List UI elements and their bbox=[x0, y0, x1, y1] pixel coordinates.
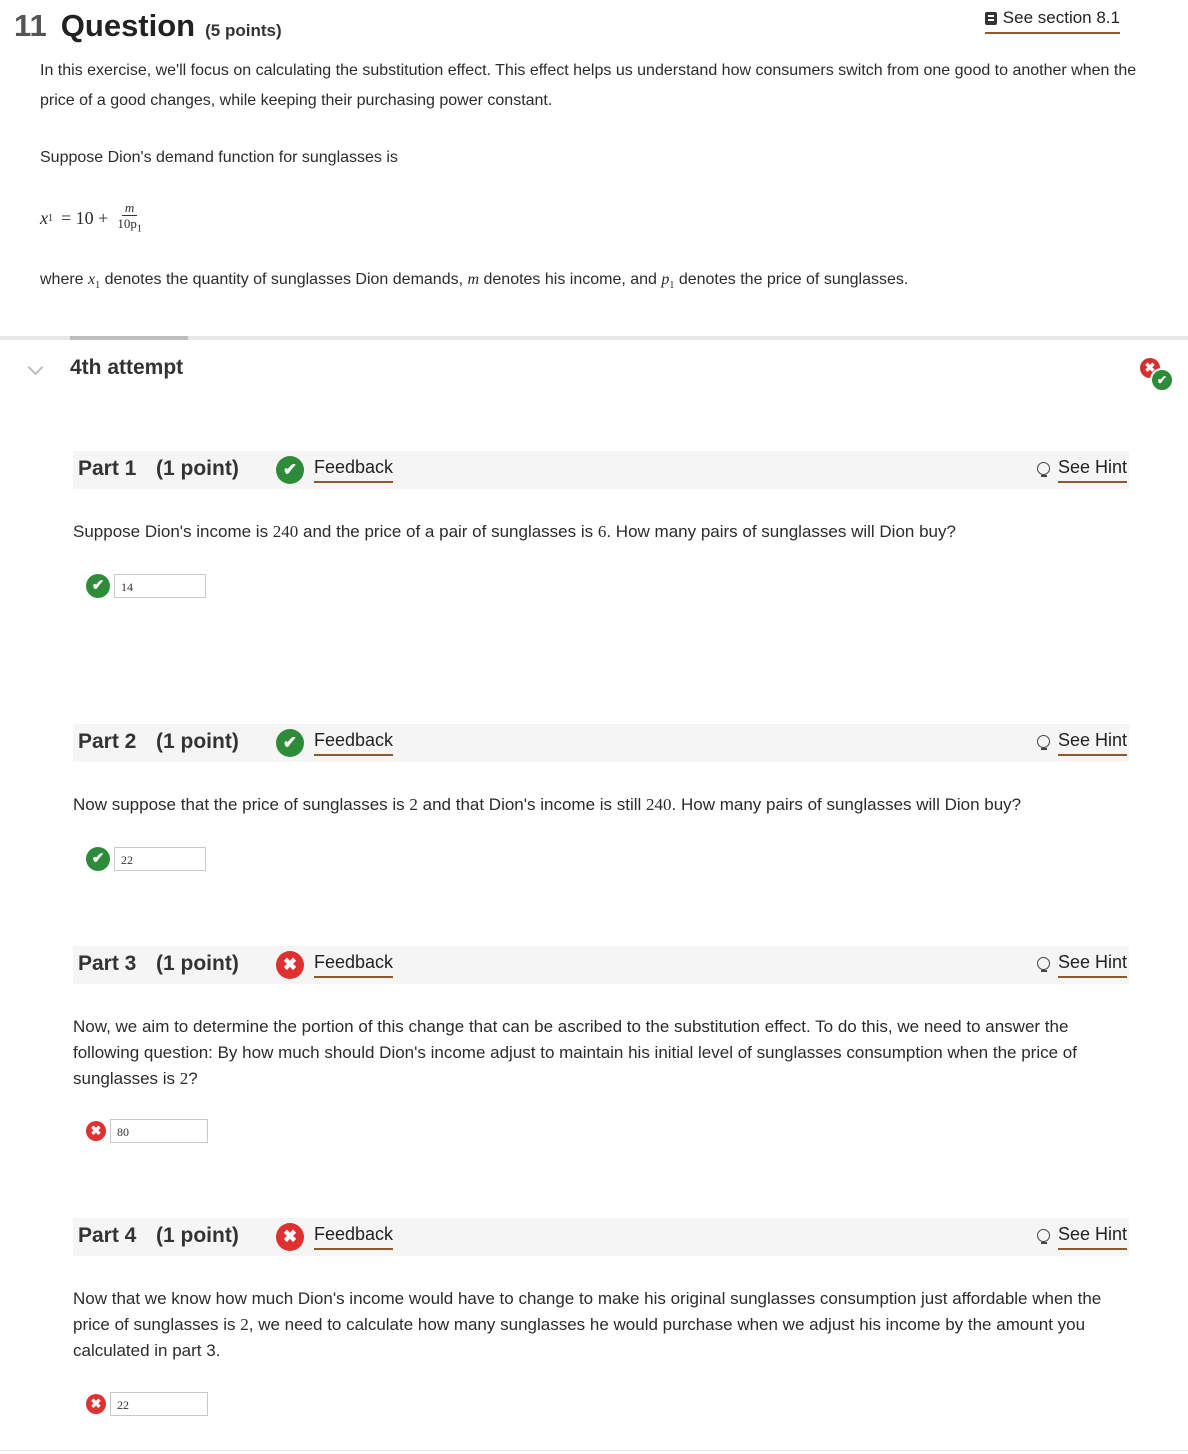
question-text: and the price of a pair of sunglasses is bbox=[298, 522, 598, 541]
formula-denominator: 10p1 bbox=[114, 216, 145, 237]
question-points: (5 points) bbox=[205, 21, 282, 40]
part-points: (1 point) bbox=[156, 952, 239, 975]
part-points: (1 point) bbox=[156, 457, 239, 480]
part-title: Part 1 bbox=[78, 457, 137, 480]
check-circle-icon: ✔ bbox=[276, 729, 304, 757]
question-number: 11 bbox=[14, 8, 47, 43]
answer-input[interactable]: 80 bbox=[110, 1119, 208, 1143]
question-number-value: 2 bbox=[179, 1069, 189, 1088]
demand-intro: Suppose Dion's demand function for sungl… bbox=[40, 149, 398, 166]
see-hint-label: See Hint bbox=[1057, 1224, 1127, 1250]
part-title: Part 2 bbox=[78, 730, 137, 753]
part-3-header: Part 3 (1 point) ✖ Feedback See Hint bbox=[73, 946, 1129, 984]
see-hint-label: See Hint bbox=[1057, 952, 1127, 978]
question-number-value: 2 bbox=[409, 795, 418, 814]
question-text: ? bbox=[188, 1069, 198, 1088]
see-hint-button[interactable]: See Hint bbox=[1036, 952, 1127, 978]
where-var-m: m bbox=[467, 271, 480, 288]
part-title: Part 4 bbox=[78, 1224, 137, 1247]
where-text-1: where bbox=[40, 271, 89, 288]
formula-eq: = 10 + bbox=[61, 207, 109, 228]
where-text-2: denotes the quantity of sunglasses Dion … bbox=[100, 271, 468, 288]
check-circle-icon: ✔ bbox=[276, 456, 304, 484]
see-hint-button[interactable]: See Hint bbox=[1036, 1224, 1127, 1250]
part-2-answer: ✔ 22 bbox=[86, 847, 206, 871]
answer-input[interactable]: 22 bbox=[110, 1392, 208, 1416]
x-circle-icon: ✖ bbox=[86, 1394, 106, 1414]
question-number-value: 240 bbox=[272, 522, 299, 541]
part-4-question: Now that we know how much Dion's income … bbox=[73, 1286, 1133, 1364]
formula-den-text: 10p bbox=[117, 216, 137, 231]
part-4-answer: ✖ 22 bbox=[86, 1392, 208, 1416]
demand-formula: x1 = 10 + m 10p1 bbox=[40, 200, 145, 237]
ebook-icon bbox=[984, 11, 997, 25]
question-text: . How many pairs of sunglasses will Dion… bbox=[606, 522, 956, 541]
formula-den-sub: 1 bbox=[136, 223, 142, 235]
part-2-header: Part 2 (1 point) ✔ Feedback See Hint bbox=[73, 724, 1129, 762]
variable-definitions: where x1 denotes the quantity of sunglas… bbox=[40, 268, 908, 298]
formula-numerator: m bbox=[121, 200, 138, 216]
question-text: Now suppose that the price of sunglasses… bbox=[73, 795, 410, 814]
answer-input[interactable]: 14 bbox=[114, 574, 206, 598]
lightbulb-icon bbox=[1036, 957, 1050, 973]
check-circle-icon: ✔ bbox=[86, 847, 110, 871]
see-hint-button[interactable]: See Hint bbox=[1036, 457, 1127, 483]
check-circle-icon: ✔ bbox=[86, 574, 110, 598]
question-intro: In this exercise, we'll focus on calcula… bbox=[40, 62, 1137, 109]
attempt-label: 4th attempt bbox=[70, 356, 184, 379]
formula-lhs-sub: 1 bbox=[48, 212, 53, 224]
formula-fraction: m 10p1 bbox=[114, 200, 145, 237]
feedback-link[interactable]: Feedback bbox=[314, 457, 394, 483]
feedback-link[interactable]: Feedback bbox=[314, 1224, 394, 1250]
attempt-row[interactable]: 4th attempt ✖ ✔ bbox=[0, 354, 1188, 392]
question-text: Suppose Dion's income is bbox=[73, 522, 273, 541]
x-circle-icon: ✖ bbox=[276, 1223, 304, 1251]
question-number-value: 240 bbox=[646, 795, 672, 814]
feedback-link[interactable]: Feedback bbox=[314, 952, 394, 978]
question-text: and that Dion's income is still bbox=[417, 795, 647, 814]
x-circle-icon: ✖ bbox=[276, 951, 304, 979]
part-3-question: Now, we aim to determine the portion of … bbox=[73, 1014, 1133, 1092]
lightbulb-icon bbox=[1036, 735, 1050, 751]
see-hint-button[interactable]: See Hint bbox=[1036, 730, 1127, 756]
see-hint-label: See Hint bbox=[1057, 730, 1127, 756]
answer-input[interactable]: 22 bbox=[114, 847, 206, 871]
attempt-status-icon: ✖ ✔ bbox=[1140, 358, 1174, 392]
question-text: Now, we aim to determine the portion of … bbox=[73, 1017, 1077, 1088]
part-title: Part 3 bbox=[78, 952, 137, 975]
see-section-link[interactable]: See section 8.1 bbox=[984, 8, 1120, 34]
check-icon: ✔ bbox=[1150, 368, 1174, 392]
lightbulb-icon bbox=[1036, 462, 1050, 478]
question-number-value: 2 bbox=[240, 1315, 249, 1334]
chevron-down-icon[interactable] bbox=[27, 359, 44, 376]
where-text-3: denotes his income, and bbox=[479, 271, 662, 288]
see-hint-label: See Hint bbox=[1057, 457, 1127, 483]
lightbulb-icon bbox=[1036, 1229, 1050, 1245]
x-circle-icon: ✖ bbox=[86, 1121, 106, 1141]
see-section-label: See section 8.1 bbox=[1002, 8, 1120, 27]
question-text: . How many pairs of sunglasses will Dion… bbox=[671, 795, 1022, 814]
formula-lhs: x bbox=[40, 207, 48, 228]
part-3-answer: ✖ 80 bbox=[86, 1119, 208, 1143]
part-2-question: Now suppose that the price of sunglasses… bbox=[73, 792, 1133, 818]
question-title: Question bbox=[60, 8, 196, 43]
section-divider-accent bbox=[70, 336, 188, 340]
feedback-link[interactable]: Feedback bbox=[314, 730, 394, 756]
question-header: 11 Question (5 points) bbox=[14, 8, 282, 44]
where-text-4: denotes the price of sunglasses. bbox=[674, 271, 909, 288]
part-1-question: Suppose Dion's income is 240 and the pri… bbox=[73, 519, 1133, 545]
part-1-answer: ✔ 14 bbox=[86, 574, 206, 598]
page-bottom-divider bbox=[0, 1450, 1188, 1451]
part-1-header: Part 1 (1 point) ✔ Feedback See Hint bbox=[73, 451, 1129, 489]
part-4-header: Part 4 (1 point) ✖ Feedback See Hint bbox=[73, 1218, 1129, 1256]
part-points: (1 point) bbox=[156, 730, 239, 753]
part-points: (1 point) bbox=[156, 1224, 239, 1247]
